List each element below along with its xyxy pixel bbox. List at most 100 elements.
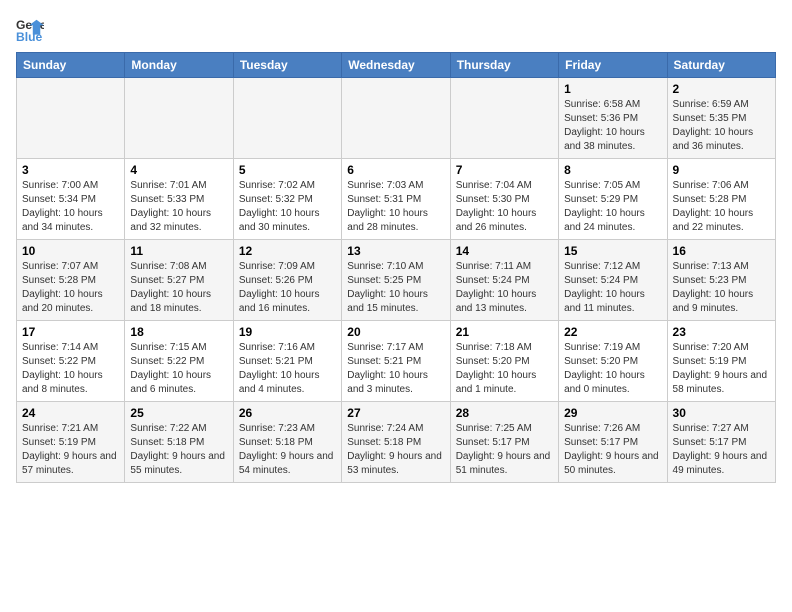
day-info: Sunrise: 7:19 AM Sunset: 5:20 PM Dayligh… [564, 341, 661, 397]
week-row-2: 3 Sunrise: 7:00 AM Sunset: 5:34 PM Daylig… [17, 159, 776, 240]
day-number: 21 [456, 325, 553, 339]
day-cell: 20 Sunrise: 7:17 AM Sunset: 5:21 PM Dayli… [342, 321, 450, 402]
day-info: Sunrise: 7:17 AM Sunset: 5:21 PM Dayligh… [347, 341, 444, 397]
day-info: Sunrise: 7:11 AM Sunset: 5:24 PM Dayligh… [456, 260, 553, 316]
week-row-4: 17 Sunrise: 7:14 AM Sunset: 5:22 PM Dayli… [17, 321, 776, 402]
day-number: 1 [564, 82, 661, 96]
week-row-3: 10Sunrise: 7:07 AM Sunset: 5:28 PM Dayli… [17, 240, 776, 321]
day-cell: 9 Sunrise: 7:06 AM Sunset: 5:28 PM Daylig… [667, 159, 775, 240]
day-number: 13 [347, 244, 444, 258]
day-cell: 13 Sunrise: 7:10 AM Sunset: 5:25 PM Dayli… [342, 240, 450, 321]
day-info: Sunrise: 7:06 AM Sunset: 5:28 PM Dayligh… [673, 179, 770, 235]
day-info: Sunrise: 7:13 AM Sunset: 5:23 PM Dayligh… [673, 260, 770, 316]
week-row-1: 1 Sunrise: 6:58 AM Sunset: 5:36 PM Daylig… [17, 78, 776, 159]
day-cell: 30Sunrise: 7:27 AM Sunset: 5:17 PM Dayli… [667, 402, 775, 483]
day-cell: 12 Sunrise: 7:09 AM Sunset: 5:26 PM Dayli… [233, 240, 341, 321]
day-number: 25 [130, 406, 227, 420]
column-header-friday: Friday [559, 53, 667, 78]
day-info: Sunrise: 7:10 AM Sunset: 5:25 PM Dayligh… [347, 260, 444, 316]
day-info: Sunrise: 7:00 AM Sunset: 5:34 PM Dayligh… [22, 179, 119, 235]
day-cell: 14 Sunrise: 7:11 AM Sunset: 5:24 PM Dayli… [450, 240, 558, 321]
day-number: 12 [239, 244, 336, 258]
logo: General Blue [16, 16, 44, 44]
day-number: 6 [347, 163, 444, 177]
day-cell: 16 Sunrise: 7:13 AM Sunset: 5:23 PM Dayli… [667, 240, 775, 321]
day-info: Sunrise: 7:12 AM Sunset: 5:24 PM Dayligh… [564, 260, 661, 316]
day-info: Sunrise: 7:02 AM Sunset: 5:32 PM Dayligh… [239, 179, 336, 235]
day-number: 18 [130, 325, 227, 339]
day-cell: 21 Sunrise: 7:18 AM Sunset: 5:20 PM Dayli… [450, 321, 558, 402]
day-cell: 6 Sunrise: 7:03 AM Sunset: 5:31 PM Daylig… [342, 159, 450, 240]
day-cell: 8 Sunrise: 7:05 AM Sunset: 5:29 PM Daylig… [559, 159, 667, 240]
day-cell [17, 78, 125, 159]
day-info: Sunrise: 7:05 AM Sunset: 5:29 PM Dayligh… [564, 179, 661, 235]
day-info: Sunrise: 6:58 AM Sunset: 5:36 PM Dayligh… [564, 98, 661, 154]
logo-icon: General Blue [16, 16, 44, 44]
column-header-monday: Monday [125, 53, 233, 78]
day-info: Sunrise: 6:59 AM Sunset: 5:35 PM Dayligh… [673, 98, 770, 154]
header-row: SundayMondayTuesdayWednesdayThursdayFrid… [17, 53, 776, 78]
day-number: 4 [130, 163, 227, 177]
day-info: Sunrise: 7:18 AM Sunset: 5:20 PM Dayligh… [456, 341, 553, 397]
day-number: 23 [673, 325, 770, 339]
day-cell: 24 Sunrise: 7:21 AM Sunset: 5:19 PM Dayli… [17, 402, 125, 483]
day-cell: 7Sunrise: 7:04 AM Sunset: 5:30 PM Daylig… [450, 159, 558, 240]
day-cell [125, 78, 233, 159]
day-info: Sunrise: 7:24 AM Sunset: 5:18 PM Dayligh… [347, 422, 444, 478]
day-number: 30 [673, 406, 770, 420]
day-cell [342, 78, 450, 159]
calendar-table: SundayMondayTuesdayWednesdayThursdayFrid… [16, 52, 776, 483]
day-cell: 17 Sunrise: 7:14 AM Sunset: 5:22 PM Dayli… [17, 321, 125, 402]
day-cell: 2Sunrise: 6:59 AM Sunset: 5:35 PM Daylig… [667, 78, 775, 159]
week-row-5: 24 Sunrise: 7:21 AM Sunset: 5:19 PM Dayli… [17, 402, 776, 483]
day-info: Sunrise: 7:03 AM Sunset: 5:31 PM Dayligh… [347, 179, 444, 235]
day-number: 9 [673, 163, 770, 177]
day-info: Sunrise: 7:01 AM Sunset: 5:33 PM Dayligh… [130, 179, 227, 235]
day-info: Sunrise: 7:16 AM Sunset: 5:21 PM Dayligh… [239, 341, 336, 397]
day-cell: 10Sunrise: 7:07 AM Sunset: 5:28 PM Dayli… [17, 240, 125, 321]
day-number: 26 [239, 406, 336, 420]
day-cell [233, 78, 341, 159]
column-header-saturday: Saturday [667, 53, 775, 78]
day-number: 24 [22, 406, 119, 420]
day-cell: 22 Sunrise: 7:19 AM Sunset: 5:20 PM Dayli… [559, 321, 667, 402]
day-cell: 1 Sunrise: 6:58 AM Sunset: 5:36 PM Daylig… [559, 78, 667, 159]
day-info: Sunrise: 7:22 AM Sunset: 5:18 PM Dayligh… [130, 422, 227, 478]
day-cell: 11 Sunrise: 7:08 AM Sunset: 5:27 PM Dayli… [125, 240, 233, 321]
day-cell: 28 Sunrise: 7:25 AM Sunset: 5:17 PM Dayli… [450, 402, 558, 483]
day-number: 8 [564, 163, 661, 177]
day-number: 3 [22, 163, 119, 177]
day-info: Sunrise: 7:23 AM Sunset: 5:18 PM Dayligh… [239, 422, 336, 478]
day-number: 27 [347, 406, 444, 420]
day-info: Sunrise: 7:15 AM Sunset: 5:22 PM Dayligh… [130, 341, 227, 397]
day-info: Sunrise: 7:20 AM Sunset: 5:19 PM Dayligh… [673, 341, 770, 397]
day-cell: 27 Sunrise: 7:24 AM Sunset: 5:18 PM Dayli… [342, 402, 450, 483]
day-info: Sunrise: 7:21 AM Sunset: 5:19 PM Dayligh… [22, 422, 119, 478]
day-number: 11 [130, 244, 227, 258]
day-number: 17 [22, 325, 119, 339]
day-info: Sunrise: 7:14 AM Sunset: 5:22 PM Dayligh… [22, 341, 119, 397]
day-number: 7 [456, 163, 553, 177]
page-header: General Blue [16, 16, 776, 44]
day-info: Sunrise: 7:07 AM Sunset: 5:28 PM Dayligh… [22, 260, 119, 316]
day-cell: 3 Sunrise: 7:00 AM Sunset: 5:34 PM Daylig… [17, 159, 125, 240]
day-number: 20 [347, 325, 444, 339]
day-number: 14 [456, 244, 553, 258]
column-header-thursday: Thursday [450, 53, 558, 78]
day-cell: 26 Sunrise: 7:23 AM Sunset: 5:18 PM Dayli… [233, 402, 341, 483]
day-number: 28 [456, 406, 553, 420]
day-info: Sunrise: 7:25 AM Sunset: 5:17 PM Dayligh… [456, 422, 553, 478]
day-number: 22 [564, 325, 661, 339]
day-info: Sunrise: 7:09 AM Sunset: 5:26 PM Dayligh… [239, 260, 336, 316]
day-number: 15 [564, 244, 661, 258]
day-cell: 23 Sunrise: 7:20 AM Sunset: 5:19 PM Dayli… [667, 321, 775, 402]
day-info: Sunrise: 7:08 AM Sunset: 5:27 PM Dayligh… [130, 260, 227, 316]
day-number: 16 [673, 244, 770, 258]
day-number: 29 [564, 406, 661, 420]
day-cell [450, 78, 558, 159]
day-cell: 15 Sunrise: 7:12 AM Sunset: 5:24 PM Dayli… [559, 240, 667, 321]
day-cell: 4 Sunrise: 7:01 AM Sunset: 5:33 PM Daylig… [125, 159, 233, 240]
day-cell: 5Sunrise: 7:02 AM Sunset: 5:32 PM Daylig… [233, 159, 341, 240]
day-cell: 19Sunrise: 7:16 AM Sunset: 5:21 PM Dayli… [233, 321, 341, 402]
day-info: Sunrise: 7:26 AM Sunset: 5:17 PM Dayligh… [564, 422, 661, 478]
